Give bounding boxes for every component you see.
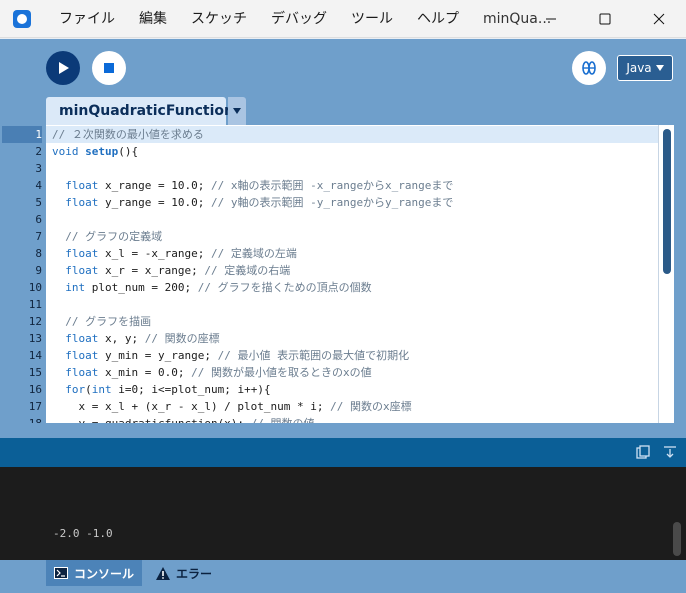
line-number: 10 bbox=[28, 281, 42, 294]
tab-console[interactable]: コンソール bbox=[46, 560, 143, 586]
minimize-button[interactable] bbox=[524, 0, 578, 38]
terminal-icon bbox=[54, 567, 68, 579]
play-icon bbox=[59, 62, 69, 74]
console-scroll-thumb[interactable] bbox=[673, 522, 681, 556]
window-controls bbox=[524, 0, 686, 38]
line-number: 13 bbox=[28, 332, 42, 345]
menu-sketch[interactable]: スケッチ bbox=[179, 0, 259, 38]
menu-edit[interactable]: 編集 bbox=[127, 0, 179, 38]
tab-errors[interactable]: エラー bbox=[148, 560, 220, 586]
minimize-icon bbox=[546, 18, 556, 20]
warning-icon bbox=[156, 566, 170, 580]
chevron-down-icon bbox=[655, 65, 664, 71]
processing-app-icon bbox=[13, 9, 31, 28]
code-line: float y_range = 10.0; // y軸の表示範囲 -y_rang… bbox=[65, 196, 454, 209]
code-text-area[interactable]: // ２次関数の最小値を求める void setup(){ float x_ran… bbox=[46, 125, 658, 423]
line-number: 14 bbox=[28, 349, 42, 362]
toolbar: Java bbox=[0, 39, 686, 95]
stop-icon bbox=[104, 63, 114, 73]
console-output-area[interactable]: -2.0 -1.0 bbox=[0, 467, 686, 560]
editor-vertical-scrollbar[interactable] bbox=[658, 125, 674, 423]
code-line: x = x_l + (x_r - x_l) / plot_num * i; //… bbox=[52, 400, 412, 413]
code-editor: 123456789101112131415161718 // ２次関数の最小値を… bbox=[0, 125, 686, 430]
menu-bar: ファイル 編集 スケッチ デバッグ ツール ヘルプ minQua... bbox=[47, 0, 563, 37]
code-line: // グラフの定義域 bbox=[65, 230, 163, 243]
menu-file[interactable]: ファイル bbox=[47, 0, 127, 38]
line-number: 17 bbox=[28, 400, 42, 413]
line-number: 6 bbox=[35, 213, 42, 226]
code-line: float x_range = 10.0; // x軸の表示範囲 -x_rang… bbox=[65, 179, 454, 192]
line-number: 8 bbox=[35, 247, 42, 260]
line-number: 9 bbox=[35, 264, 42, 277]
mode-selector[interactable]: Java bbox=[617, 55, 673, 81]
menu-debug[interactable]: デバッグ bbox=[259, 0, 339, 38]
copy-console-icon[interactable] bbox=[636, 445, 650, 459]
code-line: // ２次関数の最小値を求める bbox=[46, 126, 658, 143]
code-line: y = quadraticfunction(x); // 関数の値 bbox=[46, 415, 658, 423]
code-line: float y_min = y_range; // 最小値 表示範囲の最大値で初… bbox=[65, 349, 410, 362]
line-number: 7 bbox=[35, 230, 42, 243]
line-number: 5 bbox=[35, 196, 42, 209]
editor-console-divider[interactable] bbox=[0, 423, 686, 438]
sketch-tab-strip: minQuadraticFunction bbox=[0, 95, 686, 125]
maximize-icon bbox=[599, 13, 611, 25]
debug-bug-icon bbox=[582, 61, 596, 75]
run-button[interactable] bbox=[46, 51, 80, 85]
menu-tools[interactable]: ツール bbox=[339, 0, 405, 38]
code-line: float x_r = x_range; // 定義域の右端 bbox=[65, 264, 291, 277]
title-bar: ファイル 編集 スケッチ デバッグ ツール ヘルプ minQua... bbox=[0, 0, 686, 38]
line-number: 4 bbox=[35, 179, 42, 192]
line-number: 12 bbox=[28, 315, 42, 328]
editor-scroll-thumb[interactable] bbox=[663, 129, 671, 274]
close-icon bbox=[653, 13, 665, 25]
tab-console-label: コンソール bbox=[74, 566, 135, 581]
console-output-line: -2.0 -1.0 bbox=[53, 527, 113, 540]
code-line: float x_l = -x_range; // 定義域の左端 bbox=[65, 247, 297, 260]
clear-console-icon[interactable] bbox=[663, 445, 677, 459]
chevron-down-icon bbox=[233, 108, 241, 114]
console-header bbox=[0, 438, 686, 467]
close-button[interactable] bbox=[632, 0, 686, 38]
tab-minquadraticfunction[interactable]: minQuadraticFunction bbox=[46, 97, 234, 125]
line-number: 15 bbox=[28, 366, 42, 379]
code-line: int plot_num = 200; // グラフを描くための頂点の個数 bbox=[65, 281, 372, 294]
debugger-button[interactable] bbox=[572, 51, 606, 85]
code-line: float x, y; // 関数の座標 bbox=[65, 332, 220, 345]
code-line: for(int i=0; i<=plot_num; i++){ bbox=[65, 383, 271, 396]
bottom-panel-tabs: コンソール エラー bbox=[0, 560, 686, 593]
menu-help[interactable]: ヘルプ bbox=[405, 0, 471, 38]
line-number: 3 bbox=[35, 162, 42, 175]
line-number: 2 bbox=[35, 145, 42, 158]
tab-menu-button[interactable] bbox=[228, 97, 246, 125]
mode-label: Java bbox=[626, 61, 652, 75]
stop-button[interactable] bbox=[92, 51, 126, 85]
tab-errors-label: エラー bbox=[176, 566, 213, 581]
code-line: void setup(){ bbox=[52, 145, 139, 158]
code-line: float x_min = 0.0; // 関数が最小値を取るときのxの値 bbox=[65, 366, 372, 379]
maximize-button[interactable] bbox=[578, 0, 632, 38]
line-number: 11 bbox=[28, 298, 42, 311]
line-number: 1 bbox=[2, 126, 42, 143]
line-number-gutter: 123456789101112131415161718 bbox=[0, 125, 46, 430]
line-number: 16 bbox=[28, 383, 42, 396]
code-line: // グラフを描画 bbox=[65, 315, 152, 328]
